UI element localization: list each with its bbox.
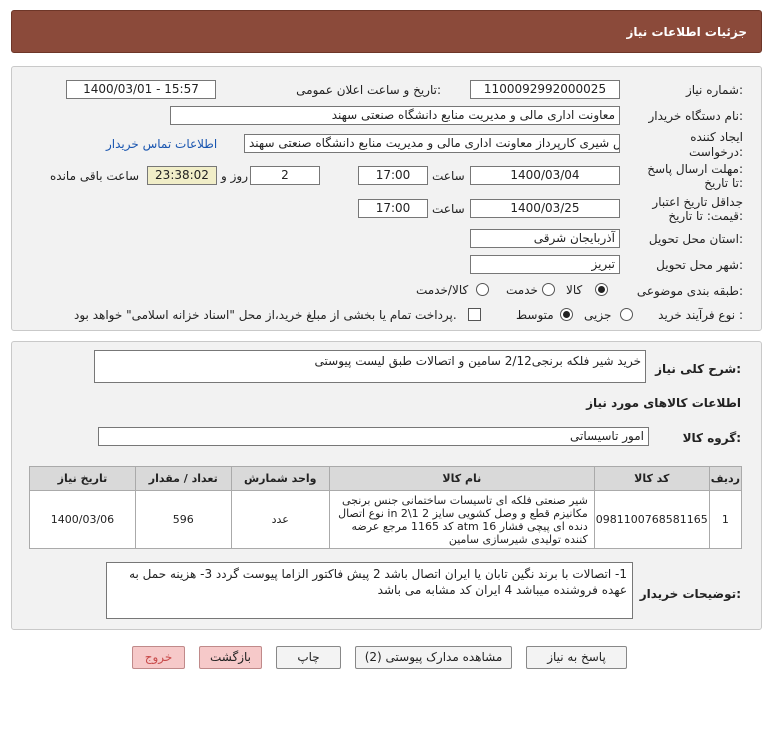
- treasury-note: پرداخت تمام یا بخشی از مبلغ خرید،از محل …: [74, 308, 457, 322]
- deadline-time-label: ساعت: [432, 169, 465, 183]
- process-radio-minor[interactable]: [620, 308, 633, 321]
- validity-label-1: جداقل تاریخ اعتبار: [652, 195, 743, 209]
- buyer-org-label: نام دستگاه خریدار:: [648, 109, 744, 123]
- exit-button[interactable]: خروج: [132, 646, 185, 669]
- treasury-checkbox[interactable]: [468, 308, 481, 321]
- goods-group-field: امور تاسیساتی: [98, 427, 649, 446]
- announce-label: تاریخ و ساعت اعلان عمومی:: [296, 83, 441, 97]
- province-field: آذربایجان شرقی: [470, 229, 620, 248]
- announce-field: 1400/03/01 - 15:57: [66, 80, 216, 99]
- category-option-both: کالا/خدمت: [416, 283, 469, 297]
- deadline-label-1: مهلت ارسال پاسخ:: [647, 162, 743, 176]
- creator-label-1: ایجاد کننده: [690, 130, 743, 144]
- category-radio-service[interactable]: [542, 283, 555, 296]
- goods-table: ردیف کد کالا نام کالا واحد شمارش تعداد /…: [29, 466, 743, 549]
- process-option-minor: جزیی: [584, 308, 612, 322]
- cell-row: 1: [708, 490, 743, 549]
- creator-label-2: درخواست:: [689, 145, 743, 159]
- cell-qty: 596: [134, 490, 232, 549]
- validity-time-label: ساعت: [432, 202, 465, 216]
- category-radio-goods[interactable]: [595, 283, 608, 296]
- col-unit: واحد شمارش: [230, 466, 330, 491]
- need-number-label: شماره نیاز:: [685, 83, 743, 97]
- cell-unit: عدد: [230, 490, 330, 549]
- process-option-medium: متوسط: [516, 308, 554, 322]
- print-button[interactable]: چاپ: [276, 646, 341, 669]
- col-qty: تعداد / مقدار: [134, 466, 232, 491]
- summary-label: شرح کلی نیاز:: [655, 362, 741, 376]
- buyer-notes-field: 1- اتصالات با برند نگین تابان یا ایران ا…: [106, 562, 633, 619]
- page-title: جزئیات اطلاعات نیاز: [626, 25, 747, 39]
- creator-field: عباس شیری کارپرداز معاونت اداری مالی و م…: [244, 134, 620, 153]
- goods-group-label: گروه کالا:: [682, 431, 741, 445]
- category-label: طبقه بندی موضوعی:: [636, 284, 743, 298]
- cell-name: شیر صنعتی فلکه ای تاسیسات ساختمانی جنس ب…: [328, 490, 595, 549]
- remaining-time-field: 23:38:02: [147, 166, 217, 185]
- table-row[interactable]: 1 0981100768581165 شیر صنعتی فلکه ای تاس…: [29, 490, 743, 549]
- buyer-org-field: معاونت اداری مالی و مدیریت منابع دانشگاه…: [170, 106, 620, 125]
- process-label: نوع فرآیند خرید :: [658, 308, 743, 322]
- col-code: کد کالا: [593, 466, 710, 491]
- deadline-label-2: تا تاریخ:: [704, 176, 743, 190]
- province-label: استان محل تحویل:: [648, 232, 743, 246]
- cell-code: 0981100768581165: [593, 490, 710, 549]
- contact-info-link[interactable]: اطلاعات تماس خریدار: [106, 137, 217, 151]
- page-header: جزئیات اطلاعات نیاز: [11, 10, 762, 53]
- category-option-service: خدمت: [506, 283, 538, 297]
- days-field: 2: [250, 166, 320, 185]
- table-header-row: ردیف کد کالا نام کالا واحد شمارش تعداد /…: [29, 466, 743, 491]
- city-label: شهر محل تحویل:: [656, 258, 743, 272]
- summary-field: خرید شیر فلکه برنجی2/12 سامین و اتصالات …: [94, 350, 646, 383]
- remaining-label: ساعت باقی مانده: [50, 169, 140, 183]
- view-documents-button[interactable]: مشاهده مدارک پیوستی (2): [355, 646, 512, 669]
- validity-label-2: قیمت: تا تاریخ:: [668, 209, 743, 223]
- buyer-notes-label: توضیحات خریدار:: [639, 587, 741, 601]
- cell-date: 1400/03/06: [29, 490, 136, 549]
- col-date: تاریخ نیاز: [29, 466, 136, 491]
- need-number-field: 1100092992000025: [470, 80, 620, 99]
- category-option-goods: کالا: [566, 283, 583, 297]
- deadline-date-field: 1400/03/04: [470, 166, 620, 185]
- days-label: روز و: [221, 169, 248, 183]
- validity-date-field: 1400/03/25: [470, 199, 620, 218]
- reply-button[interactable]: پاسخ به نیاز: [526, 646, 627, 669]
- deadline-time-field: 17:00: [358, 166, 428, 185]
- city-field: تبریز: [470, 255, 620, 274]
- col-row: ردیف: [708, 466, 743, 491]
- back-button[interactable]: بازگشت: [199, 646, 262, 669]
- goods-section-title: اطلاعات کالاهای مورد نیاز: [586, 396, 741, 410]
- category-radio-both[interactable]: [476, 283, 489, 296]
- col-name: نام کالا: [328, 466, 595, 491]
- process-radio-medium[interactable]: [560, 308, 573, 321]
- validity-time-field: 17:00: [358, 199, 428, 218]
